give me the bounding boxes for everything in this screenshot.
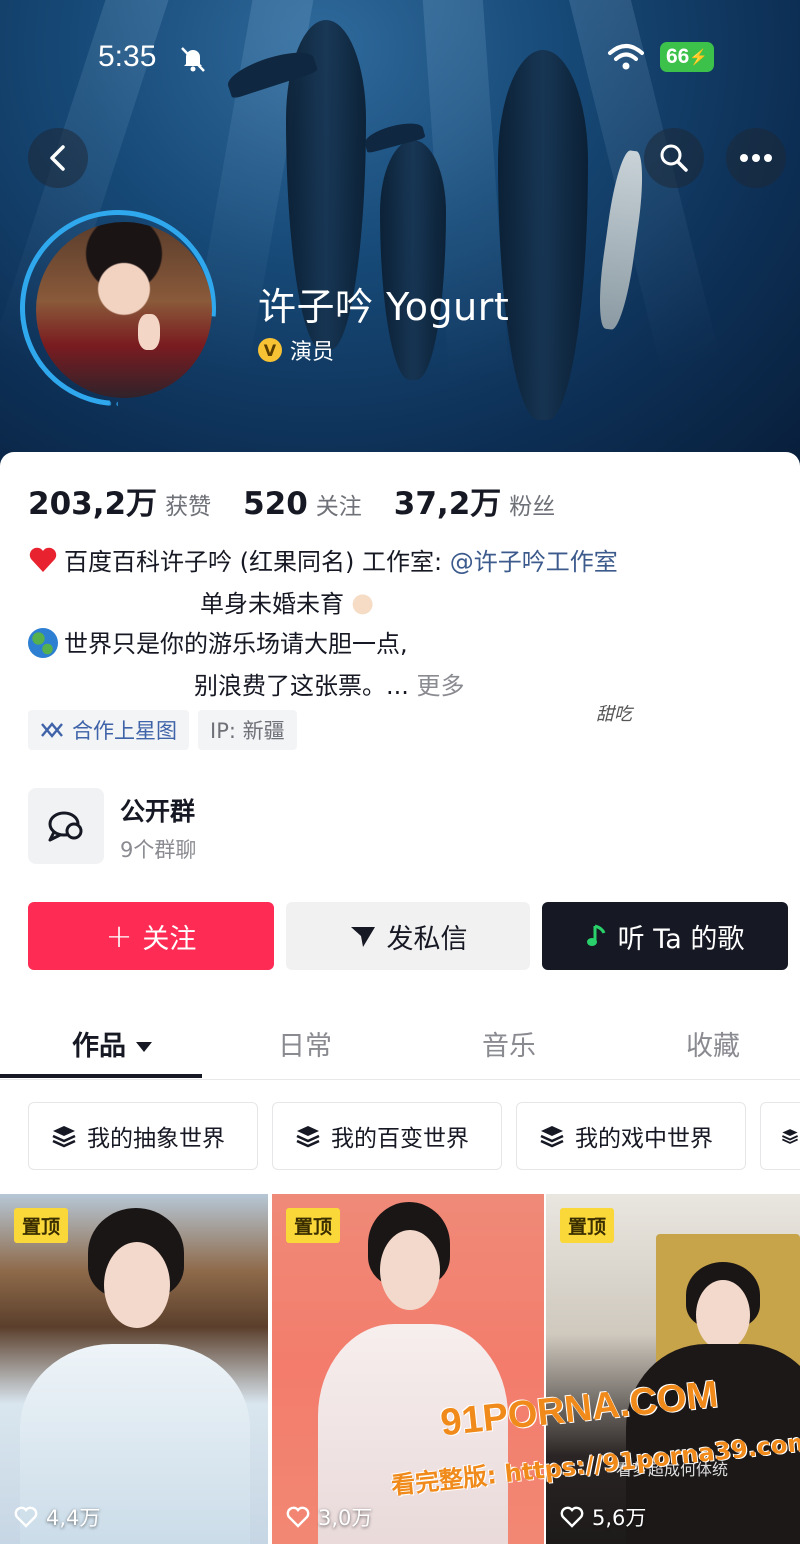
layers-icon: [296, 1126, 320, 1148]
avatar-hand: [138, 314, 160, 350]
follow-button[interactable]: + 关注: [28, 902, 274, 970]
collection-label: 我的抽象世界: [87, 1126, 225, 1152]
bio-text-1: 百度百科许子吟 (红果同名) 工作室:: [64, 548, 450, 576]
stats-row: 203,2万 获赞 520 关注 37,2万 粉丝: [28, 478, 587, 523]
figure-face: [696, 1280, 750, 1350]
star-map-icon: [41, 722, 63, 738]
pinned-badge: 置顶: [286, 1208, 341, 1243]
video-likes-count: 4,4万: [46, 1506, 101, 1530]
chevron-left-icon: [50, 145, 65, 171]
message-label: 发私信: [386, 923, 468, 955]
layers-icon: [782, 1129, 798, 1144]
battery-indicator: 66 ⚡: [660, 42, 714, 72]
bio-text-3: 世界只是你的游乐场请大胆一点,: [64, 630, 408, 658]
followers-count[interactable]: 37,2万: [394, 478, 502, 523]
music-note-icon: [586, 924, 606, 946]
likes-count: 203,2万: [28, 486, 158, 522]
likes-label: 获赞: [165, 494, 212, 520]
back-button[interactable]: [28, 128, 88, 188]
bell-muted-icon: [181, 47, 205, 72]
bio-text-4: 别浪费了这张票。...: [194, 672, 417, 700]
whale-shape: [380, 140, 446, 380]
tab-divider: [0, 1079, 800, 1080]
following-label[interactable]: 关注: [316, 487, 362, 521]
star-map-label: 合作上星图: [72, 719, 177, 743]
avatar[interactable]: [36, 222, 212, 398]
figure-face: [104, 1242, 170, 1328]
public-group-count: 9个群聊: [120, 838, 197, 862]
heart-outline-icon: [14, 1506, 38, 1528]
ok-hand-icon: [350, 589, 378, 617]
ellipsis-icon: [740, 154, 772, 162]
video-tile[interactable]: 看梦超成何体统 置顶 5,6万: [546, 1194, 800, 1544]
verification-row: V 演员: [258, 334, 334, 366]
video-likes-count: 3,0万: [318, 1506, 373, 1530]
collection-chip[interactable]: 我的百变世界: [272, 1102, 502, 1170]
battery-level: 66: [665, 45, 690, 68]
listen-songs-button[interactable]: 听 Ta 的歌: [542, 902, 788, 970]
collection-chip[interactable]: 我的抽象世界: [28, 1102, 258, 1170]
more-options-button[interactable]: [726, 128, 786, 188]
layers-icon: [52, 1126, 76, 1148]
collection-chip[interactable]: 我的戏中世界: [516, 1102, 746, 1170]
followers-label[interactable]: 粉丝: [509, 487, 555, 521]
collection-label: 我的百变世界: [331, 1126, 469, 1152]
bio-line-4: 别浪费了这张票。... 更多: [194, 666, 465, 701]
active-tab-indicator: [0, 1074, 202, 1078]
studio-mention-link[interactable]: @许子吟工作室: [450, 548, 618, 576]
bio-line-1: 百度百科许子吟 (红果同名) 工作室: @许子吟工作室: [28, 542, 618, 577]
tab-works[interactable]: 作品: [72, 1024, 152, 1063]
tab-favorites[interactable]: 收藏: [686, 1024, 740, 1063]
send-icon: [350, 927, 375, 947]
search-button[interactable]: [644, 128, 704, 188]
listen-songs-label: 听 Ta 的歌: [617, 923, 745, 955]
verification-label: 演员: [290, 340, 335, 365]
heart-icon: [29, 547, 57, 572]
wifi-icon: [608, 44, 644, 70]
charging-icon: ⚡: [689, 49, 709, 66]
layers-icon: [540, 1126, 564, 1148]
status-time: 5:35: [98, 40, 157, 73]
heart-outline-icon: [560, 1506, 584, 1528]
bio-text-2: 单身未婚未育: [200, 590, 344, 618]
following-count[interactable]: 520: [243, 486, 308, 522]
pinned-badge: 置顶: [560, 1208, 615, 1243]
video-tile[interactable]: 置顶 4,4万: [0, 1194, 268, 1544]
figure-face: [380, 1230, 440, 1310]
chat-bubble-icon: [48, 811, 83, 842]
bio-line-3: 世界只是你的游乐场请大胆一点,: [28, 624, 408, 659]
collection-chip-partial[interactable]: [760, 1102, 800, 1170]
search-icon: [660, 144, 688, 172]
bio-more-link[interactable]: 更多: [417, 672, 465, 700]
verified-badge-icon: V: [258, 338, 282, 362]
collection-label: 我的戏中世界: [575, 1126, 713, 1152]
tab-works-label: 作品: [72, 1031, 126, 1062]
public-group-title[interactable]: 公开群: [120, 792, 195, 828]
pinned-badge: 置顶: [14, 1208, 69, 1243]
profile-name: 许子吟 Yogurt: [258, 285, 510, 329]
handwritten-signature: 甜吃: [596, 704, 632, 725]
whale-shape: [498, 50, 588, 420]
star-map-tag[interactable]: 合作上星图: [28, 710, 189, 750]
bio-line-2: 单身未婚未育: [200, 584, 378, 619]
content-tabs: 作品 日常 音乐 收藏: [0, 1010, 800, 1080]
video-likes: 5,6万: [560, 1502, 646, 1532]
tab-daily[interactable]: 日常: [278, 1024, 332, 1063]
heart-outline-icon: [286, 1506, 310, 1528]
plus-icon: +: [105, 917, 133, 955]
ip-location-tag: IP: 新疆: [198, 710, 297, 750]
follow-label: 关注: [142, 923, 197, 955]
tab-music[interactable]: 音乐: [482, 1024, 536, 1063]
globe-icon: [28, 628, 58, 658]
ip-location-label: IP: 新疆: [210, 719, 285, 743]
video-likes: 4,4万: [14, 1502, 100, 1532]
video-likes-count: 5,6万: [592, 1506, 647, 1530]
caret-down-icon: [136, 1042, 152, 1052]
message-button[interactable]: 发私信: [286, 902, 530, 970]
video-likes: 3,0万: [286, 1502, 372, 1532]
public-group-icon-box[interactable]: [28, 788, 104, 864]
